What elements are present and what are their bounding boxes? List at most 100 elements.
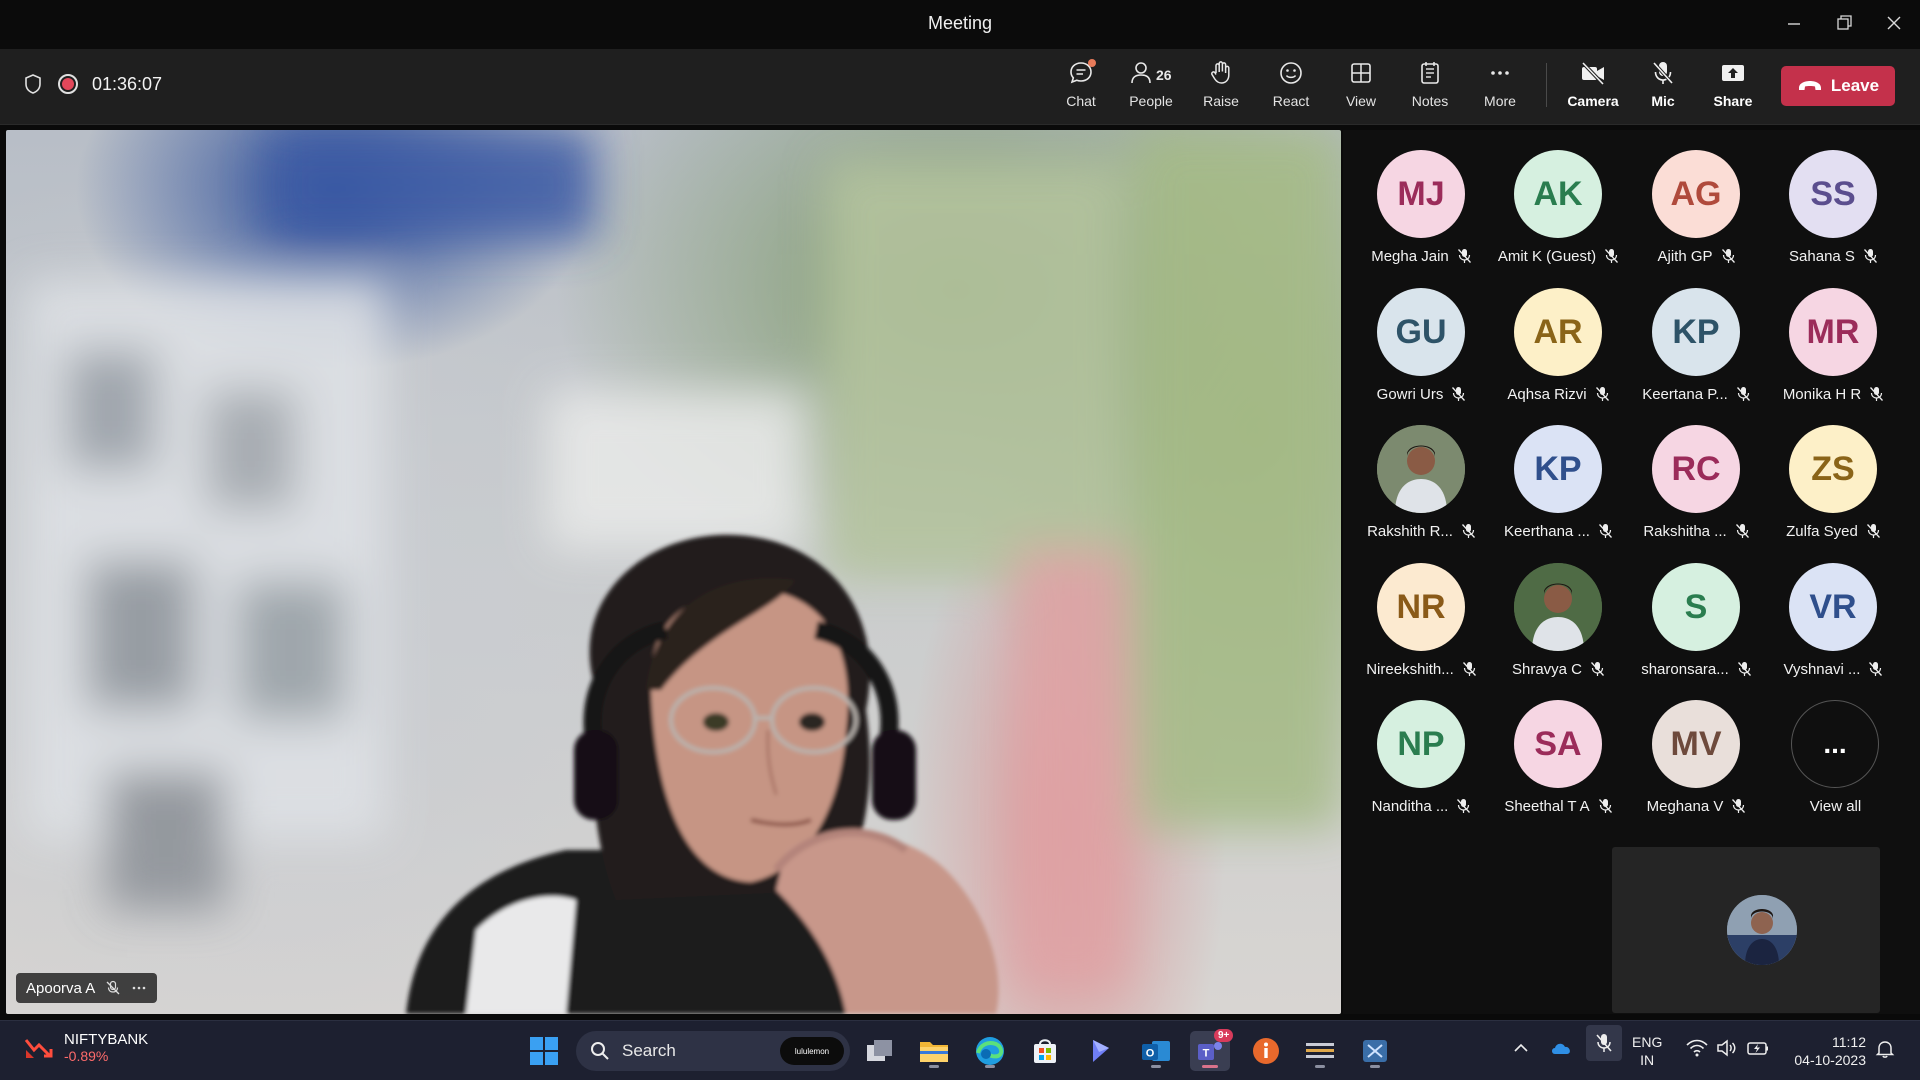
more-button[interactable]: More: [1467, 59, 1533, 117]
participant-tile[interactable]: KP Keerthana ...: [1490, 405, 1627, 540]
layout-icon: [1351, 63, 1371, 83]
more-options-icon[interactable]: [131, 980, 147, 996]
minimize-icon: [1788, 23, 1800, 25]
microsoft-store-button[interactable]: [1025, 1031, 1065, 1071]
participant-tile[interactable]: VR Vyshnavi ...: [1765, 543, 1902, 678]
toolbar-divider: [1546, 63, 1547, 107]
participant-photo-image: [1514, 563, 1602, 651]
start-button[interactable]: [524, 1031, 564, 1071]
mic-off-icon: [1596, 1034, 1612, 1052]
mic-label: Mic: [1651, 93, 1675, 109]
react-label: React: [1272, 93, 1310, 109]
participant-name-row: sharonsara...: [1628, 661, 1765, 678]
mic-off-icon: [1598, 799, 1612, 813]
teams-button[interactable]: T 9+: [1190, 1029, 1234, 1071]
participant-name-row: Keertana P...: [1628, 386, 1765, 403]
notifications-button[interactable]: [1875, 1039, 1895, 1064]
restore-button[interactable]: [1828, 8, 1862, 38]
participant-name-row: Gowri Urs: [1353, 386, 1490, 403]
participant-tile[interactable]: GU Gowri Urs: [1353, 268, 1490, 403]
task-view-icon: [867, 1040, 892, 1061]
stock-widget[interactable]: NIFTYBANK -0.89%: [24, 1031, 148, 1064]
close-button[interactable]: [1877, 8, 1911, 38]
participant-tile[interactable]: SA Sheethal T A: [1490, 680, 1627, 815]
participant-tile[interactable]: Shravya C: [1490, 543, 1627, 678]
show-hidden-icons-button[interactable]: [1512, 1039, 1530, 1062]
share-label: Share: [1713, 93, 1753, 109]
leave-button[interactable]: Leave: [1781, 66, 1895, 106]
chat-notification-dot: [1088, 59, 1096, 67]
participant-tile[interactable]: SS Sahana S: [1765, 130, 1902, 265]
participant-tile[interactable]: AR Aqhsa Rizvi: [1490, 268, 1627, 403]
snipping-tool-button[interactable]: [1355, 1031, 1395, 1071]
participant-name-row: Ajith GP: [1628, 248, 1765, 265]
raise-hand-button[interactable]: Raise: [1188, 59, 1254, 117]
wifi-icon: [1686, 1039, 1708, 1057]
mic-button[interactable]: Mic: [1630, 59, 1696, 117]
participant-tile[interactable]: MJ Megha Jain: [1353, 130, 1490, 265]
participant-tile[interactable]: RC Rakshitha ...: [1628, 405, 1765, 540]
participant-avatar: ZS: [1789, 425, 1877, 513]
input-language-button[interactable]: ENG IN: [1632, 1033, 1662, 1069]
participant-avatar: KP: [1514, 425, 1602, 513]
copilot-icon: [1093, 1040, 1109, 1062]
taskbar-search[interactable]: Search lululemon: [576, 1031, 850, 1071]
volume-button[interactable]: [1716, 1039, 1738, 1062]
participant-tile[interactable]: AK Amit K (Guest): [1490, 130, 1627, 265]
file-explorer-button[interactable]: [914, 1031, 954, 1071]
participant-avatar: S: [1652, 563, 1740, 651]
task-view-button[interactable]: [860, 1031, 900, 1071]
meeting-timer: 01:36:07: [92, 73, 163, 94]
system-clock[interactable]: 11:12 04-10-2023: [1786, 1033, 1866, 1069]
react-button[interactable]: React: [1258, 59, 1324, 117]
participant-name-row: Nanditha ...: [1353, 798, 1490, 815]
more-icon: ...: [1791, 700, 1879, 788]
minimize-button[interactable]: [1777, 8, 1811, 38]
participant-photo-image: [1377, 425, 1465, 513]
speaker-video-image: [26, 130, 1341, 1014]
view-all-button[interactable]: ... View all: [1767, 680, 1904, 815]
camera-button[interactable]: Camera: [1560, 59, 1626, 117]
participant-name-row: Rakshith R...: [1353, 523, 1490, 540]
share-button[interactable]: Share: [1700, 59, 1766, 117]
participant-tile[interactable]: ZS Zulfa Syed: [1765, 405, 1902, 540]
view-button[interactable]: View: [1328, 59, 1394, 117]
mic-off-icon: [1457, 249, 1471, 263]
participant-tile[interactable]: MV Meghana V: [1628, 680, 1765, 815]
app-button-striped[interactable]: [1300, 1031, 1340, 1071]
ticker-name: NIFTYBANK: [64, 1031, 149, 1048]
participant-tile[interactable]: AG Ajith GP: [1628, 130, 1765, 265]
notes-button[interactable]: Notes: [1397, 59, 1463, 117]
outlook-button[interactable]: O: [1136, 1031, 1176, 1071]
onedrive-button[interactable]: [1550, 1039, 1574, 1062]
wifi-button[interactable]: [1686, 1039, 1708, 1062]
people-button[interactable]: 26 People: [1118, 59, 1184, 117]
participant-name-row: Monika H R: [1765, 386, 1902, 403]
participant-name-row: Sahana S: [1765, 248, 1902, 265]
shield-icon[interactable]: [22, 73, 44, 95]
edge-browser-button[interactable]: [970, 1031, 1010, 1071]
microphone-tray-button[interactable]: [1586, 1025, 1622, 1061]
mic-off-icon: [1598, 524, 1612, 538]
window-title: Meeting: [927, 13, 993, 33]
chat-button[interactable]: Chat: [1048, 59, 1114, 117]
self-video-tile[interactable]: [1612, 847, 1880, 1013]
speaker-icon: [1717, 1039, 1736, 1057]
participant-name: Zulfa Syed: [1786, 523, 1858, 540]
participant-name-row: Keerthana ...: [1490, 523, 1627, 540]
participant-tile[interactable]: Ssharonsara...: [1628, 543, 1765, 678]
participant-tile[interactable]: NP Nanditha ...: [1353, 680, 1490, 815]
participant-tile[interactable]: KP Keertana P...: [1628, 268, 1765, 403]
svg-text:T: T: [1203, 1048, 1210, 1060]
participant-tile[interactable]: MR Monika H R: [1765, 268, 1902, 403]
view-all-label: View all: [1809, 798, 1862, 815]
mic-off-icon: [1457, 799, 1471, 813]
participant-name-row: Megha Jain: [1353, 248, 1490, 265]
info-app-button[interactable]: [1246, 1031, 1286, 1071]
copilot-button[interactable]: [1080, 1031, 1120, 1071]
battery-button[interactable]: [1746, 1039, 1770, 1062]
mic-off-icon: [1461, 524, 1475, 538]
main-video-feed[interactable]: Apoorva A: [6, 130, 1341, 1014]
participant-tile[interactable]: Rakshith R...: [1353, 405, 1490, 540]
participant-tile[interactable]: NR Nireekshith...: [1353, 543, 1490, 678]
